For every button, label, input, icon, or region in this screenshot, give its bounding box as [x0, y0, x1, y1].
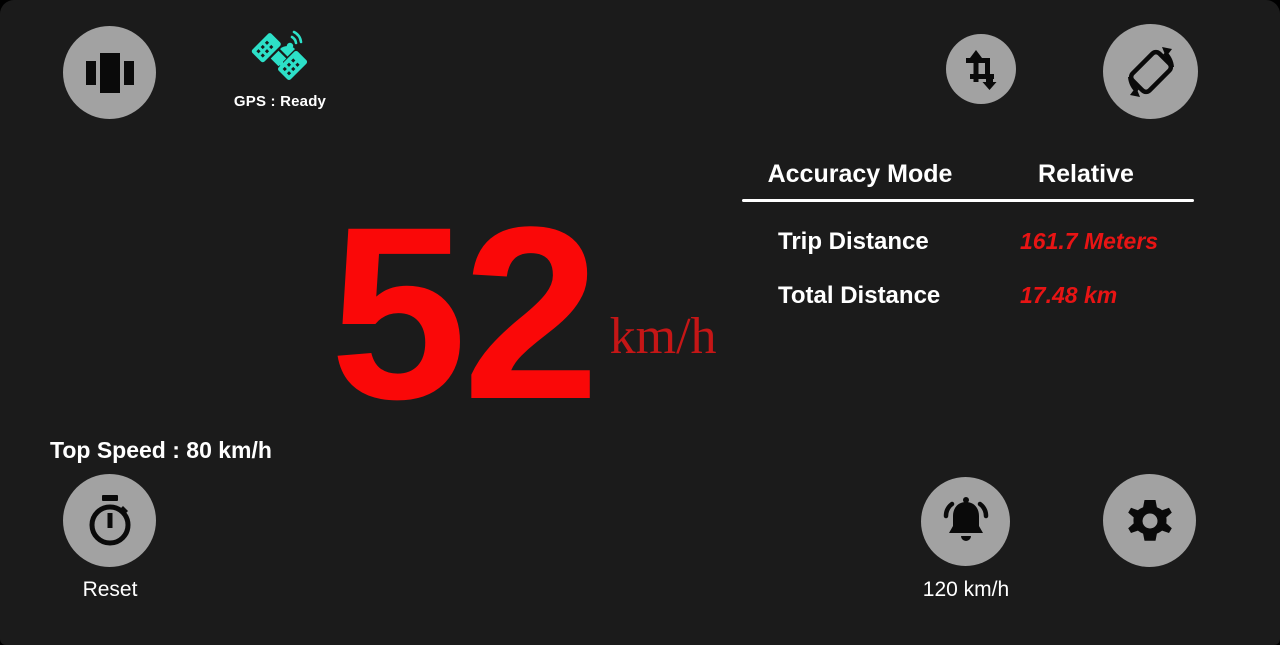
satellite-icon [251, 30, 308, 80]
app-screen: GPS : Ready 52 km/h Accuracy Mode Relati… [0, 0, 1280, 645]
speed-value: 52 [330, 176, 600, 452]
gear-icon [1127, 499, 1172, 541]
view-carousel-icon [85, 52, 134, 93]
accuracy-mode-value: Relative [1038, 160, 1134, 188]
speed-alarm-button[interactable] [921, 477, 1010, 566]
table-divider [742, 199, 1194, 202]
settings-button[interactable] [1103, 474, 1196, 567]
bell-icon [943, 496, 988, 541]
speed-alarm-label: 120 km/h [922, 578, 1010, 601]
accuracy-mode-label: Accuracy Mode [767, 160, 953, 188]
crop-resize-button[interactable] [946, 34, 1016, 104]
speed-unit-label: km/h [609, 308, 717, 365]
gps-status-block: GPS : Ready [228, 27, 332, 110]
screen-rotation-button[interactable] [1103, 24, 1198, 119]
info-table: Accuracy Mode Relative Trip Distance 161… [742, 160, 1194, 310]
trip-distance-label: Trip Distance [778, 228, 929, 255]
crop-resize-icon [966, 50, 997, 90]
layout-view-button[interactable] [63, 26, 156, 119]
table-row: Trip Distance 161.7 Meters [742, 228, 1194, 256]
gps-status-label: GPS : Ready [233, 93, 327, 110]
top-speed-label: Top Speed : 80 km/h [50, 437, 272, 463]
reset-label: Reset [82, 578, 138, 601]
stopwatch-icon [89, 494, 130, 545]
total-distance-value: 17.48 km [1020, 282, 1118, 308]
trip-distance-value: 161.7 Meters [1020, 228, 1159, 254]
screen-rotation-icon [1127, 46, 1174, 97]
reset-button[interactable] [63, 474, 156, 567]
table-row: Total Distance 17.48 km [742, 282, 1194, 310]
total-distance-label: Total Distance [778, 282, 941, 309]
gps-icon-wrap [228, 27, 332, 89]
info-table-header[interactable]: Accuracy Mode Relative [742, 160, 1194, 199]
speed-readout: 52 km/h [330, 176, 730, 452]
